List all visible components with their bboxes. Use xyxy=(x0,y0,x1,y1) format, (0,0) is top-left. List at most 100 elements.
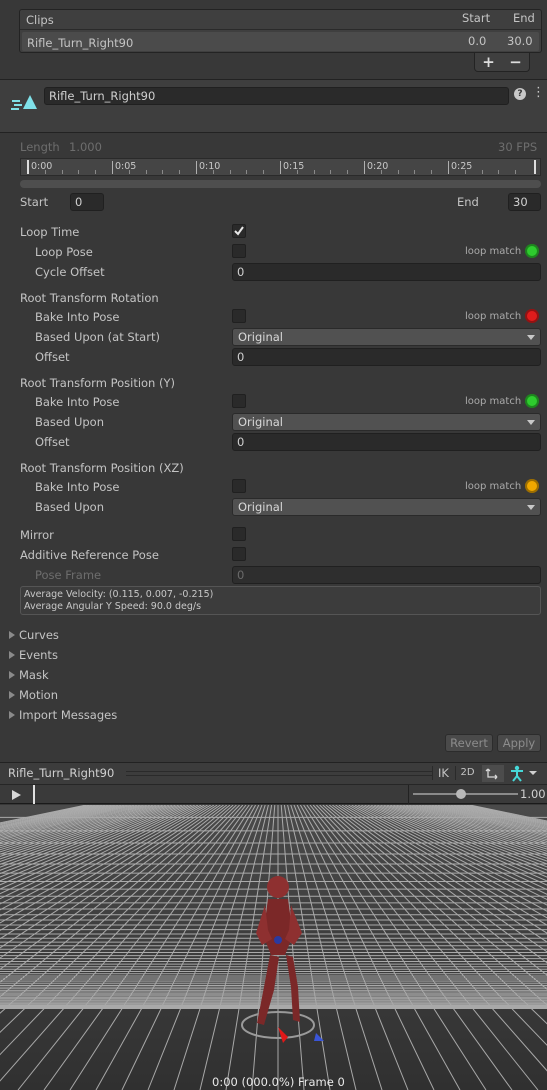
playhead-marker[interactable] xyxy=(33,785,35,804)
additive-label: Additive Reference Pose xyxy=(20,548,159,562)
rotation-status-icon xyxy=(525,309,539,323)
timeline-minor-tick xyxy=(162,170,164,174)
timeline-tick xyxy=(112,161,113,174)
clip-row[interactable]: Rifle_Turn_Right90 0.0 30.0 xyxy=(22,32,539,51)
expand-arrow-icon xyxy=(9,651,15,659)
preview-status: 0:00 (000.0%) Frame 0 xyxy=(212,1075,345,1089)
clip-row-start: 0.0 xyxy=(468,34,487,48)
timeline-end-marker[interactable] xyxy=(534,160,536,174)
timeline-minor-tick xyxy=(212,170,214,174)
start-field[interactable]: 0 xyxy=(70,193,104,211)
speed-slider-thumb[interactable] xyxy=(456,789,466,799)
loop-time-checkbox[interactable] xyxy=(232,224,246,238)
apply-button[interactable]: Apply xyxy=(497,734,541,752)
length-value: 1.000 xyxy=(69,140,102,154)
position-xz-based-label: Based Upon xyxy=(35,500,104,514)
preview-drag-handle[interactable] xyxy=(126,771,432,776)
speed-value: 1.00 xyxy=(520,787,546,801)
timeline-minor-tick xyxy=(397,170,399,174)
info-box: Average Velocity: (0.115, 0.007, -0.215)… xyxy=(20,586,541,615)
loop-pose-checkbox[interactable] xyxy=(232,244,246,258)
foldout-import-messages-label: Import Messages xyxy=(19,708,118,722)
pose-frame-field: 0 xyxy=(232,566,541,584)
clips-header-label: Clips xyxy=(26,13,54,27)
speed-divider xyxy=(408,785,409,804)
timeline-tick-label: 0:10 xyxy=(199,161,221,172)
position-y-bake-checkbox[interactable] xyxy=(232,394,246,408)
position-y-status-icon xyxy=(525,394,539,408)
foldout-mask-label: Mask xyxy=(19,668,49,682)
revert-button[interactable]: Revert xyxy=(445,734,493,752)
pose-frame-label: Pose Frame xyxy=(35,568,102,582)
timeline-minor-tick xyxy=(95,170,97,174)
add-clip-button[interactable]: + xyxy=(482,53,495,71)
rotation-bake-label: Bake Into Pose xyxy=(35,310,120,324)
position-y-based-dropdown[interactable]: Original xyxy=(232,413,541,431)
foldout-events-label: Events xyxy=(19,648,58,662)
timeline-tick-label: 0:15 xyxy=(283,161,305,172)
help-icon[interactable]: ? xyxy=(514,88,526,100)
ground-grid xyxy=(0,805,547,1090)
timeline-minor-tick xyxy=(78,170,80,174)
mirror-checkbox[interactable] xyxy=(232,527,246,541)
rotation-bake-checkbox[interactable] xyxy=(232,309,246,323)
rotation-based-dropdown[interactable]: Original xyxy=(232,328,541,346)
loop-pose-match-label: loop match xyxy=(465,246,522,257)
foldout-events[interactable]: Events xyxy=(9,648,58,662)
root-rotation-title: Root Transform Rotation xyxy=(20,291,159,305)
pivot-icon[interactable] xyxy=(482,765,504,782)
position-y-offset-label: Offset xyxy=(35,435,70,449)
clip-name-field[interactable]: Rifle_Turn_Right90 xyxy=(44,87,509,105)
position-xz-status-icon xyxy=(525,479,539,493)
foldout-import-messages[interactable]: Import Messages xyxy=(9,708,117,722)
timeline-minor-tick xyxy=(347,170,349,174)
timeline-tick-label: 0:25 xyxy=(451,161,473,172)
foldout-curves[interactable]: Curves xyxy=(9,628,59,642)
timeline-tick-label: 0:00 xyxy=(31,161,53,172)
context-menu-icon[interactable]: ⋮ xyxy=(532,85,545,100)
expand-arrow-icon xyxy=(9,671,15,679)
clips-header-end: End xyxy=(513,11,535,25)
timeline-minor-tick xyxy=(313,170,315,174)
preview-title: Rifle_Turn_Right90 xyxy=(8,766,115,780)
timeline-minor-tick xyxy=(179,170,181,174)
timeline-minor-tick xyxy=(296,170,298,174)
position-y-loop-match-label: loop match xyxy=(465,396,522,407)
timeline-minor-tick xyxy=(380,170,382,174)
preview-viewport[interactable]: 0:00 (000.0%) Frame 0 xyxy=(0,805,547,1090)
foldout-motion[interactable]: Motion xyxy=(9,688,58,702)
rotation-loop-match-label: loop match xyxy=(465,311,522,322)
fps-label: 30 FPS xyxy=(498,140,538,154)
position-xz-based-dropdown[interactable]: Original xyxy=(232,498,541,516)
timeline-minor-tick xyxy=(44,170,46,174)
ik-toggle[interactable]: IK xyxy=(432,766,454,780)
end-label: End xyxy=(457,195,479,209)
rotation-offset-field[interactable]: 0 xyxy=(232,348,541,366)
timeline-tick xyxy=(448,161,449,174)
rotation-based-label: Based Upon (at Start) xyxy=(35,330,160,344)
position-xz-bake-checkbox[interactable] xyxy=(232,479,246,493)
foldout-mask[interactable]: Mask xyxy=(9,668,49,682)
end-field[interactable]: 30 xyxy=(508,193,541,211)
timeline-tick-label: 0:05 xyxy=(115,161,137,172)
timeline-ruler[interactable]: 0:00 0:05 0:10 0:15 0:20 0:25 xyxy=(20,158,541,176)
expand-arrow-icon xyxy=(9,631,15,639)
timeline-minor-tick xyxy=(263,170,265,174)
position-y-bake-label: Bake Into Pose xyxy=(35,395,120,409)
timeline-start-marker[interactable] xyxy=(27,160,29,174)
timeline-minor-tick xyxy=(464,170,466,174)
position-y-offset-field[interactable]: 0 xyxy=(232,433,541,451)
timeline-range-bar[interactable] xyxy=(20,180,541,188)
timeline-tick xyxy=(364,161,365,174)
avatar-selector-icon[interactable] xyxy=(506,764,544,782)
additive-checkbox[interactable] xyxy=(232,547,246,561)
2d-toggle[interactable]: 2D xyxy=(455,766,479,780)
clip-header: Rifle_Turn_Right90 ? ⋮ xyxy=(0,79,547,133)
timeline-minor-tick xyxy=(229,170,231,174)
position-xz-bake-label: Bake Into Pose xyxy=(35,480,120,494)
play-icon[interactable] xyxy=(10,789,22,801)
timeline-minor-tick xyxy=(498,170,500,174)
timeline-minor-tick xyxy=(431,170,433,174)
remove-clip-button[interactable]: − xyxy=(509,53,522,71)
cycle-offset-field[interactable]: 0 xyxy=(232,263,541,281)
